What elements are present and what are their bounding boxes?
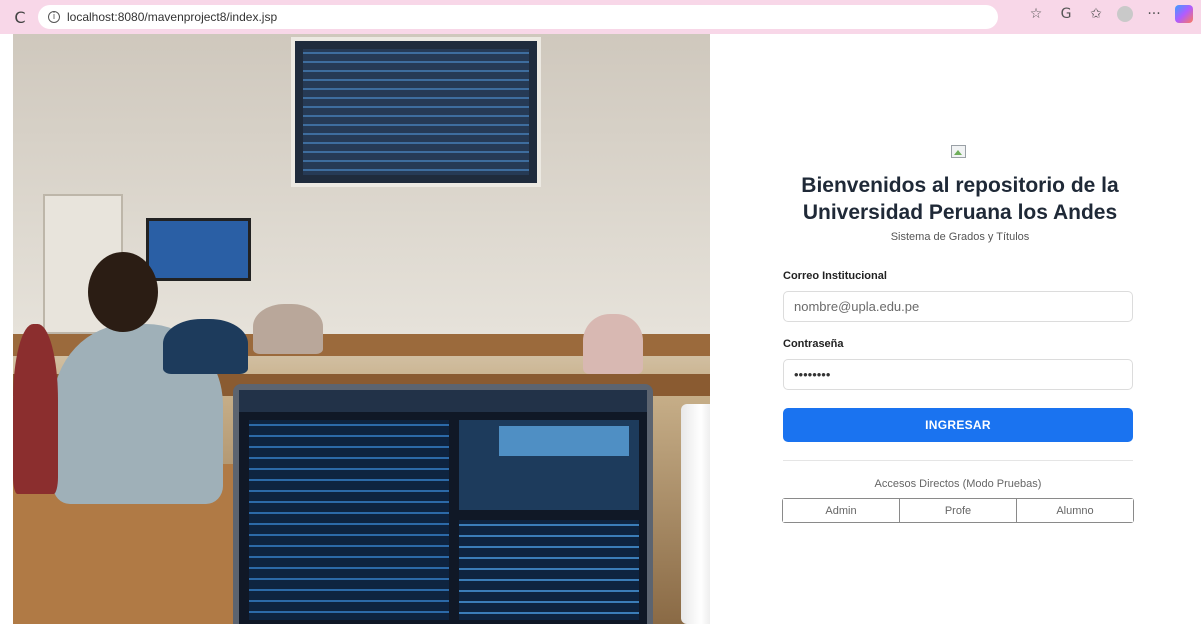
url-text[interactable]: localhost:8080/mavenproject8/index.jsp <box>67 10 277 24</box>
quick-access-profe-button[interactable]: Profe <box>900 499 1017 522</box>
favorites-icon[interactable]: ✩ <box>1087 5 1105 23</box>
address-bar[interactable]: i localhost:8080/mavenproject8/index.jsp <box>38 5 998 29</box>
photo-monitor <box>146 218 251 281</box>
quick-access-admin-button[interactable]: Admin <box>783 499 900 522</box>
refresh-circle-icon[interactable]: G <box>1057 5 1075 23</box>
photo-student-head <box>88 252 158 332</box>
reload-icon[interactable]: C <box>8 5 32 29</box>
photo-student <box>253 304 323 354</box>
page-subtitle: Sistema de Grados y Títulos <box>890 231 1030 243</box>
title-line-2: Universidad Peruana los Andes <box>802 201 1118 224</box>
profile-icon[interactable] <box>1117 6 1133 22</box>
copilot-icon[interactable] <box>1175 5 1193 23</box>
photo-laptop <box>233 384 653 624</box>
quick-access-alumno-button[interactable]: Alumno <box>1017 499 1133 522</box>
star-icon[interactable]: ☆ <box>1027 5 1045 23</box>
email-field[interactable] <box>783 291 1133 322</box>
password-field[interactable] <box>783 359 1133 390</box>
divider <box>783 460 1133 461</box>
photo-cup <box>681 404 710 624</box>
classroom-photo <box>13 34 710 624</box>
broken-image-icon <box>950 143 966 159</box>
email-label: Correo Institucional <box>783 270 887 282</box>
photo-projector-screen <box>291 37 541 187</box>
browser-toolbar: C i localhost:8080/mavenproject8/index.j… <box>0 0 1201 34</box>
photo-student <box>13 324 58 494</box>
photo-laptop-small <box>163 319 248 374</box>
browser-actions: ☆ G ✩ ··· <box>1027 5 1193 23</box>
title-line-1: Bienvenidos al repositorio de la <box>801 174 1119 197</box>
quick-access-title: Accesos Directos (Modo Pruebas) <box>874 478 1042 490</box>
info-icon[interactable]: i <box>48 11 60 23</box>
login-button[interactable]: INGRESAR <box>783 408 1133 442</box>
login-panel <box>710 34 1201 624</box>
quick-access-group: Admin Profe Alumno <box>782 498 1134 523</box>
photo-student <box>583 314 643 374</box>
page-title: Bienvenidos al repositorio de la Univers… <box>760 172 1160 226</box>
more-icon[interactable]: ··· <box>1145 5 1163 23</box>
password-label: Contraseña <box>783 338 844 350</box>
